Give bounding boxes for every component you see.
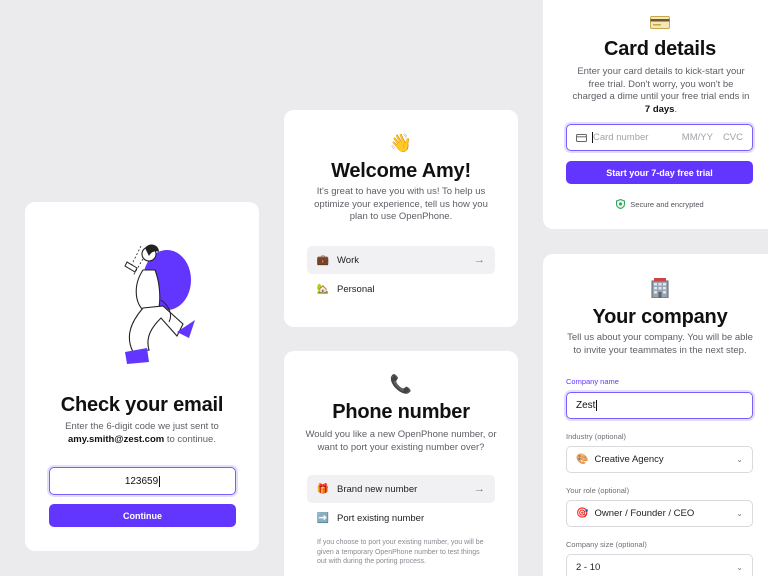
company-size-value: 2 - 10 <box>576 562 601 573</box>
email-address: amy.smith@zest.com <box>68 433 165 445</box>
company-size-select[interactable]: 2 - 10 ⌄ <box>566 554 753 576</box>
running-person-illustration <box>124 244 195 364</box>
role-label: Your role (optional) <box>566 486 630 495</box>
chevron-down-icon: ⌄ <box>736 563 743 572</box>
industry-label: Industry (optional) <box>566 432 627 441</box>
right-arrow-box-icon: ➡️ <box>316 512 330 524</box>
card-details-title: Card details <box>603 38 717 60</box>
option-work-label: Work <box>337 254 359 266</box>
company-name-value: Zest <box>576 400 596 411</box>
check-email-card: Check your email Enter the 6-digit code … <box>25 202 259 551</box>
welcome-subtitle: It's great to have you with us! To help … <box>314 186 488 222</box>
phone-number-title: Phone number <box>332 401 470 423</box>
arrow-right-icon: → <box>474 254 485 266</box>
secure-text: Secure and encrypted <box>630 199 704 209</box>
continue-button[interactable]: Continue <box>49 504 236 527</box>
gift-icon: 🎁 <box>316 483 330 495</box>
text-cursor <box>596 400 598 411</box>
phone-number-subtitle: Would you like a new OpenPhone number, o… <box>305 429 497 453</box>
welcome-title: Welcome Amy! <box>331 160 471 182</box>
telephone-icon: 📞 <box>389 374 413 394</box>
option-personal[interactable]: 🏡 Personal <box>307 275 495 303</box>
company-size-label: Company size (optional) <box>566 540 647 549</box>
expiry-placeholder[interactable]: MM/YY <box>682 132 713 143</box>
cvc-placeholder[interactable]: CVC <box>723 132 743 143</box>
card-number-placeholder: Card number <box>593 132 649 143</box>
arrow-right-icon: → <box>474 483 485 495</box>
company-title: Your company <box>592 306 728 328</box>
your-company-card: Your company Tell us about your company.… <box>543 254 768 576</box>
chevron-down-icon: ⌄ <box>736 509 743 518</box>
industry-value: Creative Agency <box>594 454 664 465</box>
industry-select[interactable]: 🎨 Creative Agency ⌄ <box>566 446 753 473</box>
code-input[interactable]: 123659 <box>49 467 236 495</box>
welcome-card: 👋 Welcome Amy! It's great to have you wi… <box>284 110 518 327</box>
option-personal-label: Personal <box>337 283 375 295</box>
house-icon: 🏡 <box>316 283 330 295</box>
card-details-subtitle-end: . <box>674 103 678 115</box>
option-port-existing-number[interactable]: ➡️ Port existing number <box>307 504 495 532</box>
subtitle-text: Enter the 6-digit code we just sent to <box>65 421 219 432</box>
code-value: 123659 <box>124 475 159 487</box>
company-name-label: Company name <box>566 377 619 386</box>
credit-card-icon <box>650 16 670 29</box>
check-email-title: Check your email <box>60 394 224 416</box>
card-details-subtitle-text: Enter your card details to kick-start yo… <box>572 66 750 102</box>
card-details-subtitle: Enter your card details to kick-start yo… <box>571 66 751 116</box>
role-value: Owner / Founder / CEO <box>594 508 695 519</box>
option-work[interactable]: 💼 Work → <box>307 246 495 274</box>
option-brand-new-label: Brand new number <box>337 483 418 495</box>
subtitle-suffix: to continue. <box>164 433 216 445</box>
briefcase-icon: 💼 <box>316 254 330 266</box>
role-select[interactable]: 🎯 Owner / Founder / CEO ⌄ <box>566 500 753 527</box>
card-number-input[interactable]: Card number MM/YY CVC <box>566 124 753 151</box>
company-name-input[interactable]: Zest <box>566 392 753 419</box>
company-subtitle: Tell us about your company. You will be … <box>567 332 753 356</box>
porting-footnote: If you choose to port your existing numb… <box>317 539 484 565</box>
option-brand-new-number[interactable]: 🎁 Brand new number → <box>307 475 495 503</box>
target-icon: 🎯 <box>576 508 589 519</box>
trial-days: 7 days <box>644 103 675 115</box>
text-cursor <box>159 475 161 487</box>
secure-note: Secure and encrypted <box>543 199 768 209</box>
palette-icon: 🎨 <box>576 454 589 465</box>
shield-check-icon <box>616 199 626 209</box>
chevron-down-icon: ⌄ <box>736 455 743 464</box>
office-building-icon <box>651 278 669 298</box>
card-details-card: Card details Enter your card details to … <box>543 0 768 229</box>
check-email-subtitle: Enter the 6-digit code we just sent to a… <box>37 421 247 446</box>
card-field-icon <box>576 133 587 142</box>
option-port-existing-label: Port existing number <box>337 512 425 524</box>
waving-hand-icon: 👋 <box>389 133 413 153</box>
start-trial-button[interactable]: Start your 7-day free trial <box>566 161 753 184</box>
phone-number-card: 📞 Phone number Would you like a new Open… <box>284 351 518 576</box>
